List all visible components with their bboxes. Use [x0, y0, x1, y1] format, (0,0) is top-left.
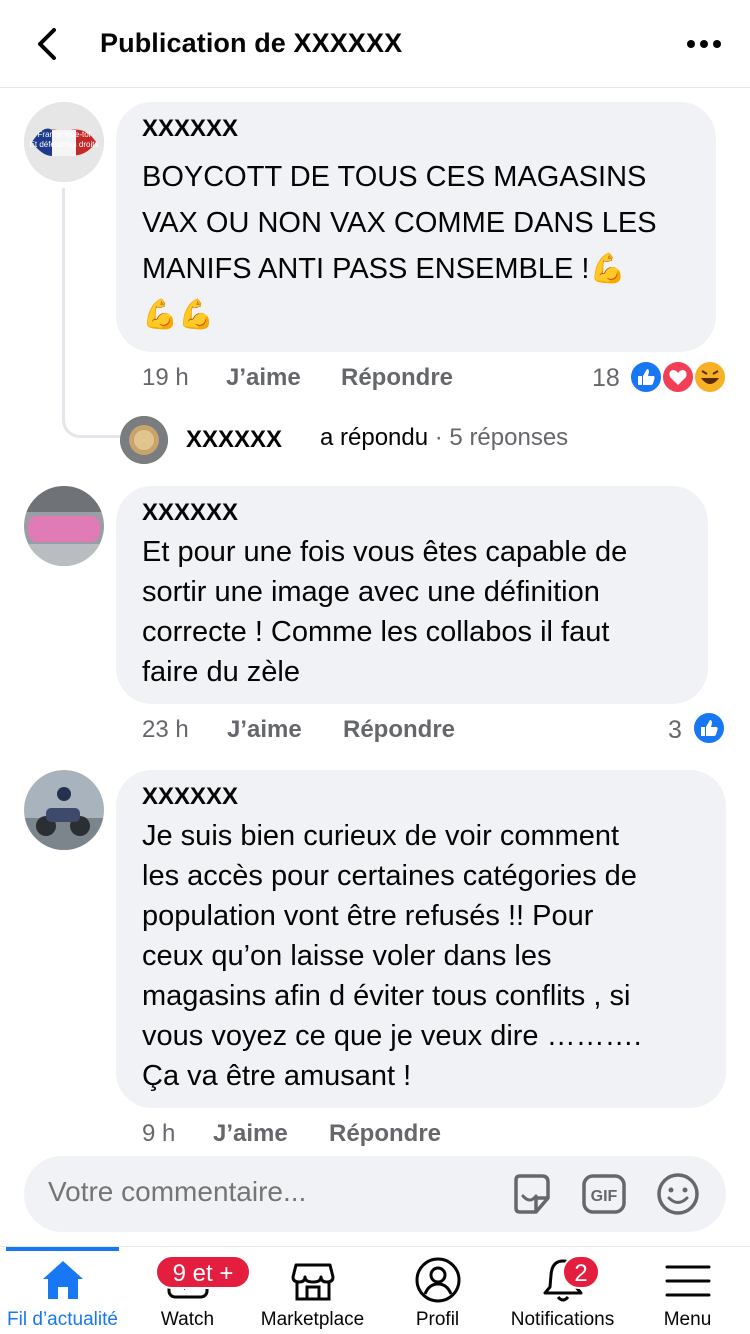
reaction-icons[interactable]: [628, 360, 728, 394]
comment-line: 💪💪: [142, 299, 215, 331]
watch-badge: 9 et +: [155, 1255, 251, 1289]
reply-separator: ·: [428, 424, 450, 451]
page-title: Publication de XXXXXX: [100, 28, 403, 58]
emoji-icon[interactable]: [654, 1170, 702, 1218]
like-reaction-icon: [629, 360, 663, 394]
comment-line: sortir une image avec une définition: [142, 576, 600, 608]
avatar-caption-2: Et défend tes droits: [29, 140, 99, 149]
reply-author: XXXXXX: [186, 426, 283, 453]
comment-bubble[interactable]: XXXXXX Et pour une fois vous êtes capabl…: [116, 486, 708, 704]
comment-line: les accès pour certaines catégories de: [142, 860, 637, 892]
comment-author[interactable]: XXXXXX: [142, 498, 682, 528]
comment-text: BOYCOTT DE TOUS CES MAGASINS VAX OU NON …: [142, 154, 690, 338]
svg-text:GIF: GIF: [591, 1188, 618, 1205]
reaction-count[interactable]: 18: [592, 364, 620, 393]
comment-input[interactable]: [48, 1176, 468, 1208]
tab-marketplace[interactable]: Marketplace: [250, 1247, 375, 1334]
comment-line: VAX OU NON VAX COMME DANS LES: [142, 207, 657, 239]
motorcycle-avatar-icon: [24, 770, 104, 850]
comment-line: vous voyez ce que je veux dire ……….: [142, 1020, 642, 1052]
home-icon: [43, 1261, 83, 1299]
comment-line: population vont être refusés !! Pour: [142, 900, 594, 932]
reply-action: a répondu: [320, 424, 429, 451]
avatar-caption-1: France lève-toi: [37, 130, 91, 139]
comment-author[interactable]: XXXXXX: [142, 782, 700, 812]
tab-label: Fil d’actualité: [7, 1309, 118, 1330]
comment-line: MANIFS ANTI PASS ENSEMBLE !💪: [142, 253, 626, 285]
marketplace-icon: [291, 1263, 335, 1301]
comment-line: faire du zèle: [142, 656, 300, 688]
reaction-count[interactable]: 3: [668, 716, 682, 745]
back-arrow-icon[interactable]: [28, 24, 68, 64]
bottom-tab-bar: Fil d’actualité 9 et + Watch Marketplace…: [0, 1246, 750, 1334]
like-button[interactable]: J’aime: [213, 1120, 288, 1148]
comment-text: Je suis bien curieux de voir comment les…: [142, 816, 700, 1096]
menu-icon: [665, 1265, 711, 1297]
comment-line: Et pour une fois vous êtes capable de: [142, 536, 628, 568]
comment-author[interactable]: XXXXXX: [142, 114, 690, 144]
comment-line: Ça va être amusant !: [142, 1060, 412, 1092]
comment-avatar[interactable]: [24, 770, 104, 850]
comment-time: 19 h: [142, 364, 189, 391]
tab-menu[interactable]: Menu: [625, 1247, 750, 1334]
reply-button[interactable]: Répondre: [343, 716, 455, 744]
reply-button[interactable]: Répondre: [329, 1120, 441, 1148]
comment-time: 23 h: [142, 716, 189, 743]
tab-label: Profil: [415, 1309, 460, 1330]
tab-watch[interactable]: 9 et + Watch: [125, 1247, 251, 1334]
comment-line: magasins afin d éviter tous conflits , s…: [142, 980, 631, 1012]
reply-button[interactable]: Répondre: [341, 364, 453, 392]
tab-news-feed[interactable]: Fil d’actualité: [0, 1247, 125, 1334]
graffiti-avatar-icon: [24, 486, 104, 566]
profile-icon: [415, 1257, 461, 1303]
tab-label: Notifications: [510, 1309, 615, 1330]
gif-icon[interactable]: GIF: [580, 1170, 628, 1218]
top-bar: Publication de XXXXXX: [0, 0, 750, 88]
reply-avatar: [120, 416, 168, 464]
reply-summary-text: a répondu · 5 réponses: [320, 424, 568, 452]
tab-profile[interactable]: Profil: [375, 1247, 500, 1334]
tab-notifications[interactable]: 2 Notifications: [500, 1247, 625, 1334]
like-button[interactable]: J’aime: [227, 716, 302, 744]
comment-text: Et pour une fois vous êtes capable de so…: [142, 532, 682, 692]
more-options-icon[interactable]: [686, 38, 722, 50]
comment-avatar[interactable]: France lève-toi Et défend tes droits: [24, 102, 104, 182]
love-reaction-icon: [661, 360, 695, 394]
tab-label: Watch: [160, 1309, 215, 1330]
bowl-avatar-icon: [120, 416, 168, 464]
comment-line: correcte ! Comme les collabos il faut: [142, 616, 610, 648]
comment-line: ceux qu’on laisse voler dans les: [142, 940, 552, 972]
comment-bubble[interactable]: XXXXXX BOYCOTT DE TOUS CES MAGASINS VAX …: [116, 102, 716, 352]
view-replies-link[interactable]: XXXXXX a répondu · 5 réponses: [120, 414, 680, 466]
comment-composer: GIF: [24, 1156, 726, 1232]
comment-time: 9 h: [142, 1120, 176, 1147]
tab-label: Menu: [663, 1309, 712, 1330]
haha-reaction-icon: [693, 360, 727, 394]
thread-connector: [62, 188, 120, 438]
comment-bubble[interactable]: XXXXXX Je suis bien curieux de voir comm…: [116, 770, 726, 1108]
like-button[interactable]: J’aime: [226, 364, 301, 392]
like-reaction-icon[interactable]: [692, 711, 726, 745]
tab-label: Marketplace: [260, 1309, 365, 1330]
notifications-badge: 2: [562, 1255, 600, 1289]
reply-count: 5 réponses: [449, 424, 569, 451]
comment-avatar[interactable]: [24, 486, 104, 566]
comment-line: Je suis bien curieux de voir comment: [142, 820, 620, 852]
comment-line: BOYCOTT DE TOUS CES MAGASINS: [142, 161, 647, 193]
sticker-icon[interactable]: [508, 1170, 556, 1218]
